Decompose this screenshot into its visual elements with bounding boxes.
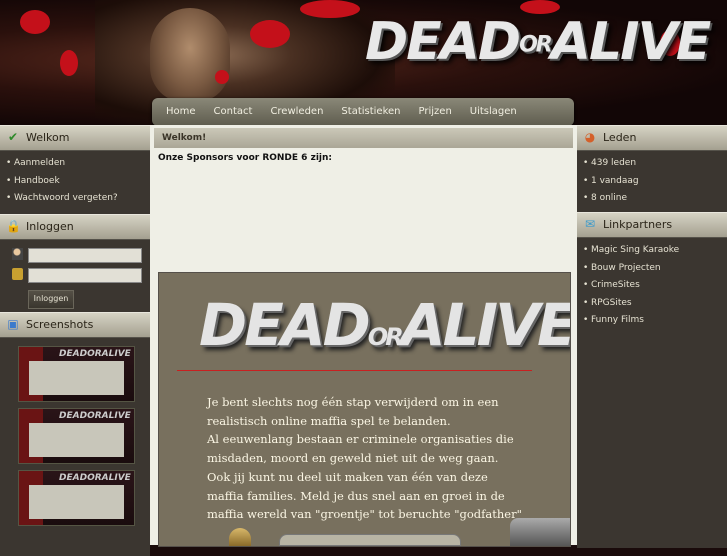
welkom-header: ✔ Welkom — [0, 125, 150, 151]
blood-splatter — [250, 20, 290, 48]
site-logo[interactable]: DEADORALIVE — [365, 12, 711, 92]
promo-line: misdaden, moord en geweld niet uit de we… — [207, 451, 499, 466]
header-face — [150, 8, 230, 103]
login-form: Inloggen — [0, 239, 150, 312]
checkmark-icon: ✔ — [7, 130, 19, 144]
blood-splatter — [215, 70, 229, 84]
blood-splatter — [300, 0, 360, 18]
lock-icon: 🔒 — [6, 218, 21, 233]
promo-line: Je bent slechts nog één stap verwijderd … — [207, 395, 499, 409]
nav-statistieken[interactable]: Statistieken — [341, 98, 400, 125]
leden-header: ◕ Leden — [577, 125, 727, 151]
promo-banner[interactable]: DEADORALIVE Je bent slechts nog één stap… — [158, 272, 571, 547]
left-sidebar: ✔ Welkom Aanmelden Handboek Wachtwoord v… — [0, 125, 150, 556]
linkpartners-title: Linkpartners — [603, 218, 673, 231]
nav-contact[interactable]: Contact — [214, 98, 253, 125]
inloggen-title: Inloggen — [26, 219, 74, 233]
link-bouw-projecten[interactable]: Bouw Projecten — [577, 260, 727, 278]
leden-title: Leden — [603, 131, 637, 144]
screenshots-gallery: DEADORALIVE DEADORALIVE DEADORALIVE — [0, 337, 150, 556]
promo-text: Je bent slechts nog één stap verwijderd … — [207, 393, 527, 524]
nav-uitslagen[interactable]: Uitslagen — [470, 98, 517, 125]
stat-online: 8 online — [577, 190, 727, 208]
promo-line: maffia wereld van "groentje" tot berucht… — [207, 507, 522, 522]
nav-home[interactable]: Home — [166, 98, 196, 125]
stat-total-members: 439 leden — [577, 155, 727, 173]
screenshot-thumbnail[interactable]: DEADORALIVE — [18, 407, 135, 464]
screenshots-header: ▣ Screenshots — [0, 311, 150, 338]
main-content: Welkom! Onze Sponsors voor RONDE 6 zijn:… — [150, 125, 577, 547]
nav-prijzen[interactable]: Prijzen — [419, 98, 452, 125]
promo-line: maffia families. Meld je dus snel aan en… — [207, 488, 505, 503]
menu-wachtwoord-vergeten[interactable]: Wachtwoord vergeten? — [0, 190, 150, 208]
promo-button[interactable] — [279, 534, 461, 546]
promo-divider — [177, 370, 532, 371]
welkom-menu: Aanmelden Handboek Wachtwoord vergeten? — [0, 151, 150, 214]
logo-or: OR — [519, 32, 553, 58]
linkpartners-list: Magic Sing Karaoke Bouw Projecten CrimeS… — [577, 238, 727, 548]
inloggen-header: 🔒 Inloggen — [0, 213, 150, 240]
padlock-icon — [12, 267, 23, 280]
leden-stats: 439 leden 1 vandaag 8 online — [577, 151, 727, 212]
menu-aanmelden[interactable]: Aanmelden — [0, 155, 150, 173]
blood-splatter — [60, 50, 78, 76]
link-funny-films[interactable]: Funny Films — [577, 312, 727, 330]
welkom-title: Welkom — [26, 131, 70, 144]
bullet-icon — [229, 528, 251, 546]
linkpartners-header: ✉ Linkpartners — [577, 212, 727, 238]
link-crimesites[interactable]: CrimeSites — [577, 277, 727, 295]
nav-crewleden[interactable]: Crewleden — [270, 98, 323, 125]
screenshots-title: Screenshots — [26, 317, 94, 331]
sponsors-text: Onze Sponsors voor RONDE 6 zijn: — [158, 153, 332, 163]
pie-chart-icon: ◕ — [584, 130, 596, 144]
promo-line: Ook jij kunt nu deel uit maken van één v… — [207, 469, 488, 484]
password-field[interactable] — [28, 267, 142, 283]
main-nav: Home Contact Crewleden Statistieken Prij… — [152, 98, 574, 126]
menu-handboek[interactable]: Handboek — [0, 173, 150, 191]
promo-line: Al eeuwenlang bestaan er criminele organ… — [207, 432, 514, 447]
screenshots-icon: ▣ — [7, 316, 19, 331]
gun-icon — [510, 518, 570, 546]
user-icon — [12, 247, 23, 260]
logo-alive: ALIVE — [550, 12, 711, 72]
link-icon: ✉ — [584, 217, 596, 231]
thumb-logo-text: DEADORALIVE — [59, 348, 131, 359]
screenshot-thumbnail[interactable]: DEADORALIVE — [18, 469, 135, 526]
link-magic-sing-karaoke[interactable]: Magic Sing Karaoke — [577, 242, 727, 260]
right-sidebar: ◕ Leden 439 leden 1 vandaag 8 online ✉ L… — [577, 125, 727, 548]
promo-line: realistisch online maffia spel te beland… — [207, 413, 451, 428]
username-field[interactable] — [28, 247, 142, 263]
promo-logo: DEADORALIVE — [199, 291, 571, 359]
login-button[interactable]: Inloggen — [28, 289, 74, 309]
screenshot-thumbnail[interactable]: DEADORALIVE — [18, 345, 135, 402]
logo-dead: DEAD — [365, 12, 521, 72]
thumb-logo-text: DEADORALIVE — [59, 472, 131, 483]
thumb-logo-text: DEADORALIVE — [59, 410, 131, 421]
blood-splatter — [20, 10, 50, 34]
stat-today: 1 vandaag — [577, 173, 727, 191]
link-rpgsites[interactable]: RPGSites — [577, 295, 727, 313]
page-title: Welkom! — [154, 128, 573, 148]
